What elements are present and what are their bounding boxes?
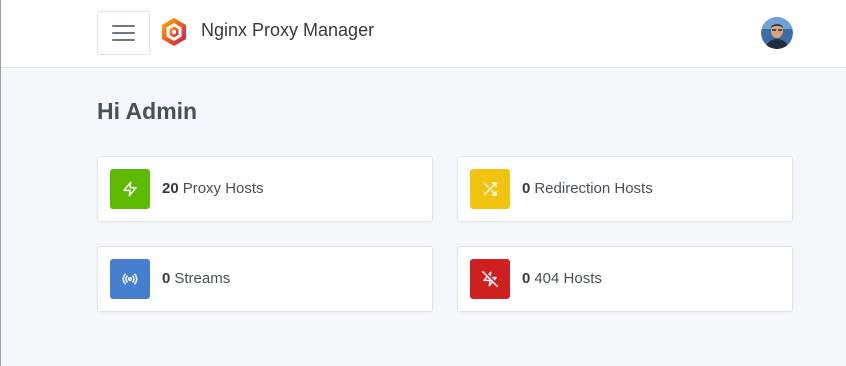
user-avatar[interactable] [761, 17, 793, 49]
radio-icon [110, 259, 150, 299]
zap-off-icon [470, 259, 510, 299]
streams-text: 0 Streams [162, 270, 230, 287]
404-hosts-card[interactable]: 0 404 Hosts [457, 246, 793, 312]
shuffle-icon [470, 169, 510, 209]
redirection-hosts-label: Redirection Hosts [534, 180, 653, 197]
404-hosts-text: 0 404 Hosts [522, 270, 602, 287]
redirection-hosts-text: 0 Redirection Hosts [522, 180, 653, 197]
app-root: Nginx Proxy Manager Hi Admin 20 Proxy Hos… [0, 0, 846, 366]
404-hosts-count: 0 [522, 270, 531, 287]
npm-logo-icon [161, 17, 187, 47]
menu-toggle-button[interactable] [97, 11, 150, 55]
streams-card[interactable]: 0 Streams [97, 246, 433, 312]
streams-count: 0 [162, 270, 171, 287]
redirection-hosts-card[interactable]: 0 Redirection Hosts [457, 156, 793, 222]
proxy-hosts-count: 20 [162, 180, 179, 197]
redirection-hosts-count: 0 [522, 180, 531, 197]
proxy-hosts-label: Proxy Hosts [182, 180, 264, 197]
top-header: Nginx Proxy Manager [1, 0, 846, 68]
app-brand-title[interactable]: Nginx Proxy Manager [201, 20, 374, 41]
proxy-hosts-text: 20 Proxy Hosts [162, 180, 264, 197]
proxy-hosts-card[interactable]: 20 Proxy Hosts [97, 156, 433, 222]
bolt-icon [110, 169, 150, 209]
404-hosts-label: 404 Hosts [534, 270, 602, 287]
streams-label: Streams [174, 270, 231, 287]
hamburger-menu-icon [112, 25, 135, 41]
page-greeting: Hi Admin [97, 98, 198, 124]
